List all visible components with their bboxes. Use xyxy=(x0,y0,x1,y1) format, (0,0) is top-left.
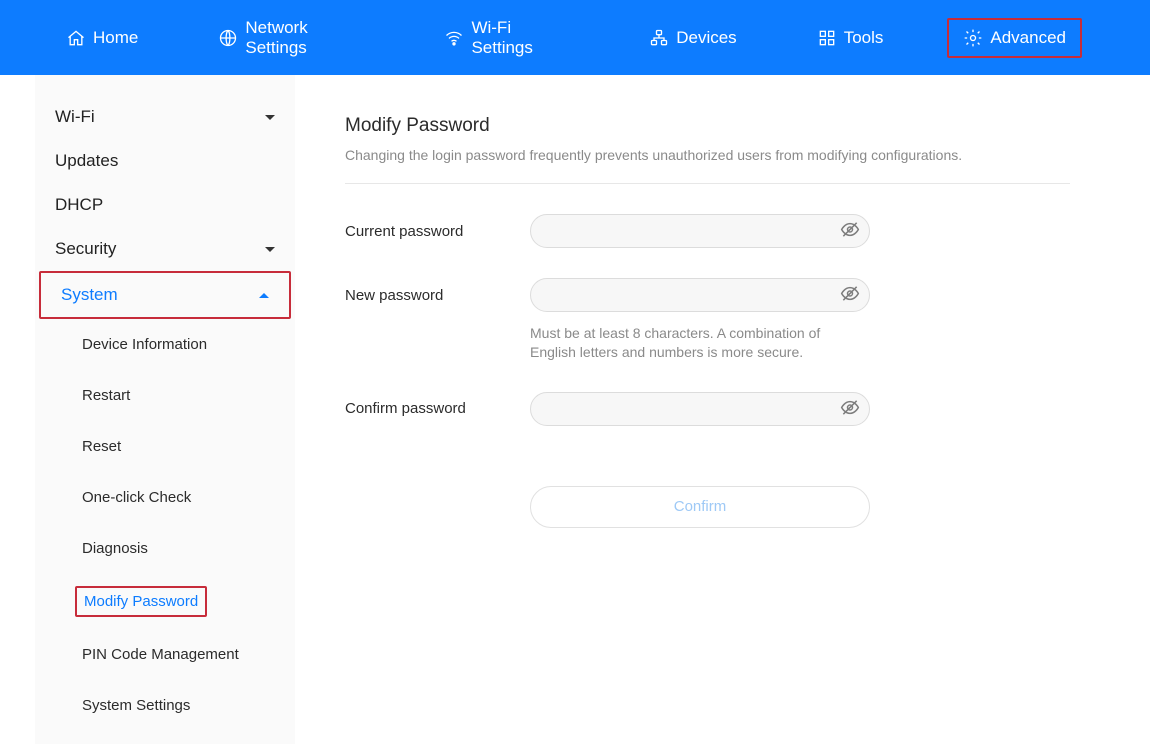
divider xyxy=(345,183,1070,184)
chevron-down-icon xyxy=(265,115,275,120)
sidebar-label: System xyxy=(61,285,118,305)
sidebar-sub-label: Restart xyxy=(75,382,137,409)
sidebar-label: Security xyxy=(55,239,116,259)
sidebar-sub-label: Modify Password xyxy=(75,586,207,617)
top-nav: Home Network Settings Wi-Fi Settings Dev… xyxy=(0,0,1150,75)
sidebar-sub-pin-code[interactable]: PIN Code Management xyxy=(35,629,295,680)
sidebar-sub-label: Diagnosis xyxy=(75,535,155,562)
toggle-visibility-button[interactable] xyxy=(840,220,860,243)
new-password-label: New password xyxy=(345,287,530,304)
toggle-visibility-button[interactable] xyxy=(840,284,860,307)
nav-label: Network Settings xyxy=(245,18,364,58)
nav-devices[interactable]: Devices xyxy=(633,18,752,58)
sidebar-sub-label: One-click Check xyxy=(75,484,198,511)
current-password-label: Current password xyxy=(345,223,530,240)
nav-home[interactable]: Home xyxy=(50,18,154,58)
devices-icon xyxy=(649,28,669,48)
nav-label: Home xyxy=(93,28,138,48)
sidebar-sub-label: PIN Code Management xyxy=(75,641,246,668)
nav-label: Tools xyxy=(844,28,884,48)
page-title: Modify Password xyxy=(345,115,1070,137)
sidebar-sub-diagnosis[interactable]: Diagnosis xyxy=(35,523,295,574)
nav-label: Devices xyxy=(676,28,736,48)
nav-tools[interactable]: Tools xyxy=(801,18,900,58)
chevron-up-icon xyxy=(259,293,269,298)
password-hint: Must be at least 8 characters. A combina… xyxy=(530,324,850,362)
sidebar-sub-modify-password[interactable]: Modify Password xyxy=(35,574,295,629)
wifi-icon xyxy=(444,28,464,48)
eye-off-icon xyxy=(840,397,860,420)
nav-label: Advanced xyxy=(990,28,1066,48)
sidebar-item-dhcp[interactable]: DHCP xyxy=(35,183,295,227)
sidebar-sub-system-settings[interactable]: System Settings xyxy=(35,680,295,731)
nav-network-settings[interactable]: Network Settings xyxy=(202,8,380,68)
sidebar: Wi-Fi Updates DHCP Security System Devic… xyxy=(35,75,295,744)
globe-icon xyxy=(218,28,238,48)
confirm-password-label: Confirm password xyxy=(345,400,530,417)
sidebar-label: DHCP xyxy=(55,195,103,215)
sidebar-sub-device-info[interactable]: Device Information xyxy=(35,319,295,370)
toggle-visibility-button[interactable] xyxy=(840,397,860,420)
current-password-input[interactable] xyxy=(530,214,870,248)
nav-label: Wi-Fi Settings xyxy=(471,18,569,58)
gear-icon xyxy=(963,28,983,48)
new-password-input[interactable] xyxy=(530,278,870,312)
sidebar-item-updates[interactable]: Updates xyxy=(35,139,295,183)
sidebar-item-wifi[interactable]: Wi-Fi xyxy=(35,95,295,139)
sidebar-item-security[interactable]: Security xyxy=(35,227,295,271)
home-icon xyxy=(66,28,86,48)
main-content: Modify Password Changing the login passw… xyxy=(295,75,1150,744)
eye-off-icon xyxy=(840,220,860,243)
sidebar-sub-one-click-check[interactable]: One-click Check xyxy=(35,472,295,523)
sidebar-sub-reset[interactable]: Reset xyxy=(35,421,295,472)
sidebar-sub-label: Reset xyxy=(75,433,128,460)
row-current-password: Current password xyxy=(345,214,1070,248)
eye-off-icon xyxy=(840,284,860,307)
grid-icon xyxy=(817,28,837,48)
row-new-password: New password xyxy=(345,278,1070,312)
main-layout: Wi-Fi Updates DHCP Security System Devic… xyxy=(0,75,1150,744)
sidebar-label: Wi-Fi xyxy=(55,107,95,127)
new-password-wrap xyxy=(530,278,870,312)
current-password-wrap xyxy=(530,214,870,248)
nav-wifi-settings[interactable]: Wi-Fi Settings xyxy=(428,8,585,68)
sidebar-sub-restart[interactable]: Restart xyxy=(35,370,295,421)
chevron-down-icon xyxy=(265,247,275,252)
sidebar-sub-label: Device Information xyxy=(75,331,214,358)
sidebar-sub-label: System Settings xyxy=(75,692,197,719)
row-confirm-password: Confirm password xyxy=(345,392,1070,426)
confirm-password-input[interactable] xyxy=(530,392,870,426)
sidebar-label: Updates xyxy=(55,151,118,171)
confirm-button[interactable]: Confirm xyxy=(530,486,870,528)
sidebar-item-system[interactable]: System xyxy=(39,271,291,319)
page-description: Changing the login password frequently p… xyxy=(345,147,1070,163)
nav-advanced[interactable]: Advanced xyxy=(947,18,1082,58)
confirm-password-wrap xyxy=(530,392,870,426)
